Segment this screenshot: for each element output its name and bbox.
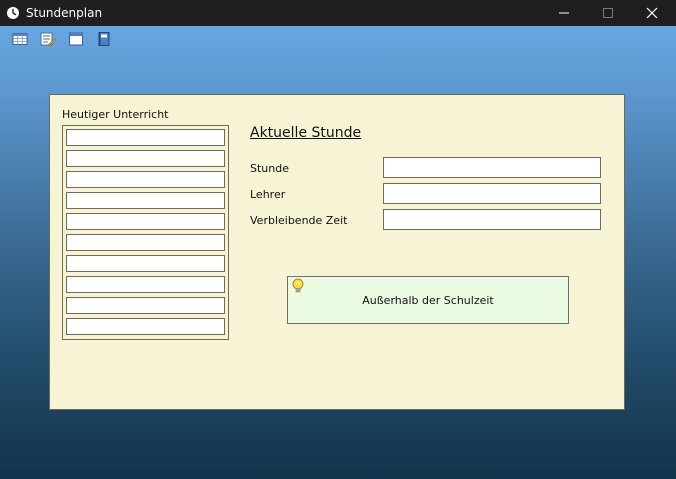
lesson-slot[interactable] [66,213,225,230]
status-text: Außerhalb der Schulzeit [362,294,494,307]
title-bar[interactable]: Stundenplan [0,0,676,26]
close-icon [646,7,658,19]
minimize-button[interactable] [542,0,586,26]
lesson-slot[interactable] [66,276,225,293]
lesson-slot[interactable] [66,129,225,146]
window-title: Stundenplan [26,6,103,20]
lesson-slot[interactable] [66,255,225,272]
edit-schedule-button[interactable] [39,30,57,48]
lesson-slot[interactable] [66,318,225,335]
clock-icon [6,6,20,20]
minimize-icon [559,12,569,14]
teacher-field[interactable] [383,183,601,204]
lesson-field[interactable] [383,157,601,178]
maximize-button[interactable] [586,0,630,26]
window-view-button[interactable] [67,30,85,48]
client-area: Heutiger Unterricht Aktuelle Stunde Stun… [0,26,676,479]
lesson-slot[interactable] [66,297,225,314]
teacher-label: Lehrer [250,188,286,201]
book-icon [98,32,110,46]
table-view-button[interactable] [11,30,29,48]
main-panel: Heutiger Unterricht Aktuelle Stunde Stun… [49,94,625,410]
table-grid-icon [12,33,28,45]
today-lessons-title: Heutiger Unterricht [62,108,169,121]
current-lesson-title: Aktuelle Stunde [250,125,362,141]
lesson-slot[interactable] [66,192,225,209]
book-button[interactable] [95,30,113,48]
remaining-time-label: Verbleibende Zeit [250,214,348,227]
window-icon [69,32,83,46]
lesson-label: Stunde [250,162,289,175]
lesson-slot[interactable] [66,234,225,251]
lesson-slot[interactable] [66,171,225,188]
maximize-icon [603,8,613,18]
edit-list-icon [40,32,56,47]
app-window: Stundenplan Heutiger Unterricht Aktuelle… [0,0,676,479]
status-box: Außerhalb der Schulzeit [287,276,569,324]
lesson-slot[interactable] [66,150,225,167]
remaining-time-field[interactable] [383,209,601,230]
today-lessons-list [62,125,229,340]
close-button[interactable] [630,0,674,26]
